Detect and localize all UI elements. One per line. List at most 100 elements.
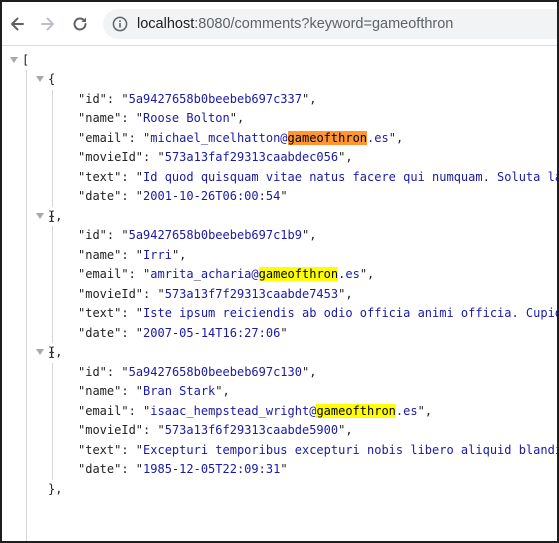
- quote: ": [417, 403, 425, 418]
- comma: ,: [236, 111, 245, 125]
- field-value-name: Roose Bolton: [143, 111, 230, 125]
- quote: ": [280, 462, 288, 476]
- search-highlight: gameofthron: [258, 267, 339, 281]
- field-key: "text":: [78, 442, 136, 457]
- search-highlight: gameofthron: [316, 403, 396, 418]
- field-key: "name":: [78, 111, 136, 125]
- indent-guide: [52, 362, 53, 480]
- json-field-text: "text": "Excepturi temporibus excepturi …: [78, 441, 559, 461]
- field-value-id: 5a9427658b0beebeb697c337: [128, 91, 302, 106]
- field-value-name: Bran Stark: [143, 384, 216, 398]
- field-key: "date":: [78, 189, 136, 203]
- field-key: "movieId":: [78, 423, 158, 437]
- field-key: "email":: [78, 267, 144, 281]
- json-field-name: "name": "Irri",: [78, 246, 186, 266]
- comma: ,: [309, 91, 317, 106]
- browser-window: localhost:8080/comments?keyword=gameofth…: [0, 0, 559, 543]
- address-bar[interactable]: localhost:8080/comments?keyword=gameofth…: [103, 9, 557, 39]
- json-field-id: "id": "5a9427658b0beebeb697c1b9",: [78, 226, 316, 246]
- json-viewer: [ {"id": "5a9427658b0beebeb697c337", "nam…: [2, 46, 559, 541]
- back-button[interactable]: [5, 12, 29, 36]
- field-key: "name":: [78, 247, 136, 262]
- quote: ": [135, 325, 144, 340]
- comma: ,: [424, 403, 433, 418]
- quote: ": [388, 130, 396, 145]
- json-field-id: "id": "5a9427658b0beebeb697c130",: [78, 363, 316, 383]
- json-field-date: "date": "2001-10-26T06:00:54": [78, 187, 288, 207]
- quote: ": [121, 364, 129, 379]
- field-value-text: Excepturi temporibus excepturi nobis lib…: [143, 442, 559, 457]
- forward-button[interactable]: [36, 12, 60, 36]
- field-value-date: 2007-05-14T16:27:06: [143, 325, 281, 340]
- field-value-movieId: 573a13f6f29313caabde5900: [164, 423, 339, 437]
- field-key: "name":: [78, 384, 136, 398]
- field-key: "date":: [78, 462, 136, 476]
- indent-guide: [52, 226, 53, 343]
- quote: ": [135, 169, 144, 184]
- open-bracket: [: [22, 53, 30, 67]
- field-key: "email":: [78, 130, 144, 145]
- field-key: "id":: [78, 91, 122, 106]
- field-value-id: 5a9427658b0beebeb697c130: [128, 364, 302, 379]
- quote: ": [229, 111, 237, 125]
- arrow-right-icon: [41, 17, 54, 31]
- json-field-email: "email": " isaac_hempstead_wright@gameoft…: [78, 402, 432, 422]
- browser-toolbar: localhost:8080/comments?keyword=gameofth…: [2, 2, 557, 46]
- url-text[interactable]: localhost:8080/comments?keyword=gameofth…: [137, 15, 453, 33]
- field-value-text: Iste ipsum reiciendis ab odio officia an…: [143, 306, 559, 320]
- quote: ": [135, 442, 144, 457]
- json-field-name: "name": "Bran Stark",: [78, 382, 230, 402]
- quote: ": [157, 150, 165, 164]
- url-path: :8080/comments?keyword=gameofthron: [194, 16, 454, 32]
- indent-guide: [52, 89, 53, 207]
- email-suffix: .es: [338, 267, 360, 281]
- json-field-id: "id": "5a9427658b0beebeb697c337",: [78, 90, 316, 110]
- json-field-movieId: "movieId": "573a13f6f29313caabde5900",: [78, 421, 353, 441]
- quote: ": [280, 189, 288, 203]
- comma: ,: [222, 384, 230, 398]
- field-key: "text":: [78, 306, 136, 320]
- quote: ": [215, 384, 223, 398]
- field-value-movieId: 573a13faf29313caabdec056: [164, 150, 339, 164]
- comma: ,: [345, 423, 353, 437]
- quote: ": [121, 228, 129, 242]
- field-key: "date":: [78, 325, 136, 340]
- quote: ": [135, 384, 144, 398]
- quote: ": [135, 189, 144, 203]
- field-key: "movieId":: [78, 150, 158, 164]
- field-key: "email":: [78, 403, 144, 418]
- field-key: "id":: [78, 364, 122, 379]
- field-key: "id":: [78, 228, 122, 242]
- field-value-id: 5a9427658b0beebeb697c1b9: [128, 228, 302, 242]
- reload-icon: [73, 17, 87, 31]
- json-field-email: "email": "amrita_acharia@gameofthron.es"…: [78, 265, 374, 285]
- field-value-movieId: 573a13f7f29313caabde7453: [164, 286, 339, 301]
- json-field-text: "text": "Iste ipsum reiciendis ab odio o…: [78, 304, 559, 324]
- collapse-toggle-icon[interactable]: [36, 212, 44, 219]
- object-open-brace: {: [48, 72, 56, 86]
- email-suffix: .es: [395, 403, 418, 418]
- json-field-date: "date": "1985-12-05T22:09:31": [78, 460, 288, 480]
- json-field-name: "name": "Roose Bolton",: [78, 109, 244, 129]
- collapse-toggle-icon[interactable]: [36, 349, 44, 355]
- json-field-movieId: "movieId": "573a13faf29313caabdec056",: [78, 148, 353, 168]
- object-open-brace: {: [48, 208, 56, 223]
- field-key: "text":: [78, 169, 136, 184]
- quote: ": [157, 286, 165, 301]
- collapse-toggle-icon[interactable]: [10, 57, 18, 63]
- object-close-brace: },: [48, 481, 63, 496]
- quote: ": [157, 423, 165, 437]
- comma: ,: [345, 286, 353, 301]
- json-field-email: "email": " michael_mcelhatton@gameofthron…: [78, 129, 403, 149]
- comma: ,: [345, 150, 353, 164]
- quote: ": [359, 267, 368, 281]
- comma: ,: [309, 364, 317, 379]
- reload-button[interactable]: [68, 12, 92, 36]
- quote: ": [121, 91, 129, 106]
- email-prefix: isaac_hempstead_wright@: [150, 403, 317, 418]
- info-icon[interactable]: [112, 16, 128, 32]
- comma: ,: [395, 130, 404, 145]
- indent-guide: [26, 70, 27, 541]
- comma: ,: [309, 228, 317, 242]
- collapse-toggle-icon[interactable]: [36, 76, 44, 82]
